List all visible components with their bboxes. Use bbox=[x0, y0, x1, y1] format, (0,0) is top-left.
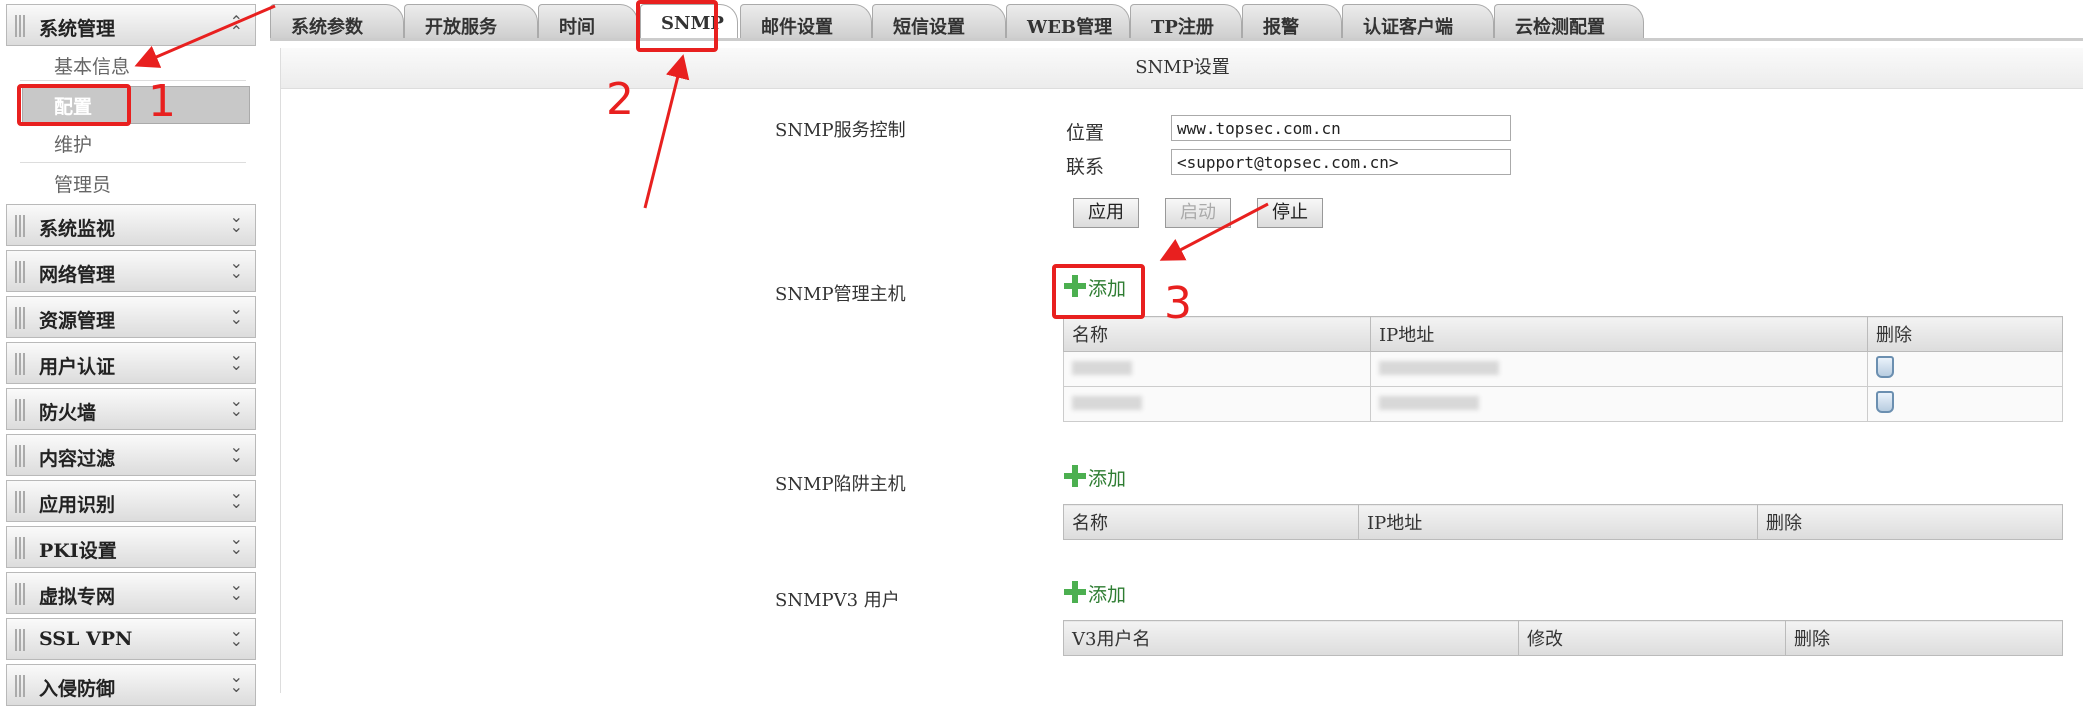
annotation-arrows bbox=[134, 4, 1269, 261]
arrow-2 bbox=[643, 54, 690, 209]
arrow-3 bbox=[1159, 202, 1269, 261]
arrow-1 bbox=[134, 4, 276, 68]
